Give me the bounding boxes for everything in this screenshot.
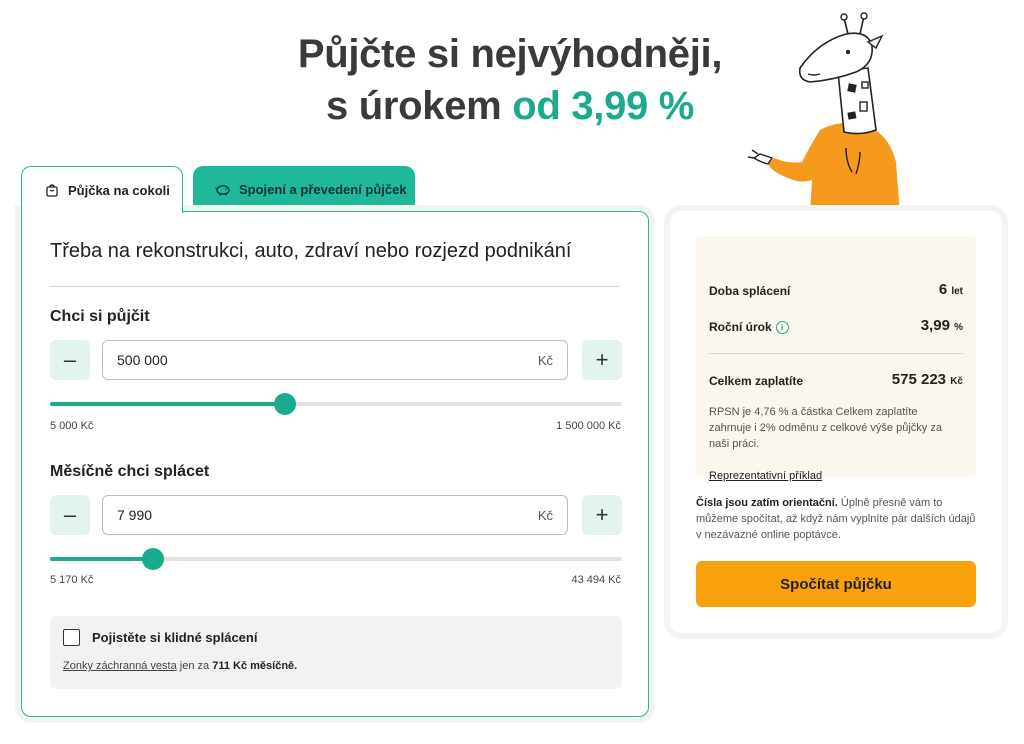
rate-label: Roční úrok [709,320,772,334]
term-number: 6 [938,281,948,298]
headline-line-2-prefix: s úrokem [325,84,502,128]
loan-amount-input[interactable]: 500 000 Kč [102,340,568,380]
minus-icon: – [63,502,77,527]
rate-unit: % [954,322,963,333]
total-value: 575 223 Kč [892,371,963,388]
info-icon[interactable]: i [775,321,789,335]
total-label: Celkem zaplatíte [709,374,804,388]
tab-loan-anything[interactable]: Půjčka na cokoli [21,166,183,213]
total-unit: Kč [950,376,963,387]
summary-divider [709,353,963,354]
monthly-payment-input[interactable]: 7 990 Kč [102,495,568,535]
page-headline: Půjčte si nejvýhodněji, s úrokem od 3,99… [260,28,760,132]
monthly-payment-slider[interactable] [50,547,622,571]
divider [50,286,620,287]
card-title: Třeba na rekonstrukci, auto, zdraví nebo… [50,240,572,262]
monthly-payment-value: 7 990 [117,507,153,523]
monthly-payment-label: Měsíčně chci splácet [50,463,210,480]
representative-example-link[interactable]: Reprezentativní příklad [709,470,822,482]
loan-calculator-card: Třeba na rekonstrukci, auto, zdraví nebo… [21,211,649,717]
insurance-note: Zonky záchranná vesta jen za 711 Kč měsí… [63,660,297,672]
rpsn-note: RPSN je 4,76 % a částka Celkem zaplatíte… [709,406,942,450]
plus-icon: + [595,502,609,527]
plus-icon: + [595,347,609,372]
insurance-price: 711 Kč měsíčně. [212,660,298,672]
tab-loan-anything-label: Půjčka na cokoli [68,182,170,198]
monthly-payment-increase-button[interactable]: + [582,495,622,535]
total-number: 575 223 [891,371,947,388]
loan-amount-increase-button[interactable]: + [582,340,622,380]
minus-icon: – [63,347,77,372]
tab-consolidation[interactable]: Spojení a převedení půjček [193,166,415,212]
piggy-bank-icon [215,181,231,197]
calculate-loan-button[interactable]: Spočítat půjčku [696,561,976,607]
slider-fill [50,557,153,561]
orientation-note: Čísla jsou zatím orientační. Úplně přesn… [696,495,976,543]
rate-label-row: Roční úrok i [709,320,789,335]
rate-value: 3,99 % [921,317,963,334]
headline-line-2: s úrokem od 3,99 % [260,80,760,132]
headline-line-1: Půjčte si nejvýhodněji, [297,32,723,76]
slider-handle[interactable] [273,393,296,415]
slider-fill [50,402,285,406]
loan-amount-label: Chci si půjčit [50,308,150,325]
loan-max-label: 1 500 000 Kč [556,420,621,432]
monthly-max-label: 43 494 Kč [571,574,621,586]
rate-number: 3,99 [920,317,950,334]
tab-consolidation-label: Spojení a převedení půjček [239,181,407,197]
loan-amount-unit: Kč [537,352,553,368]
loan-amount-value: 500 000 [117,352,168,368]
giraffe-mascot-illustration [748,12,900,214]
monthly-payment-unit: Kč [537,507,553,523]
insurance-checkbox-label[interactable]: Pojistěte si klidné splácení [92,630,257,645]
monthly-min-label: 5 170 Kč [50,574,94,586]
orientation-note-bold: Čísla jsou zatím orientační. [696,497,838,509]
insurance-link[interactable]: Zonky záchranná vesta [63,660,177,672]
loan-summary-card: Doba splácení 6 let Roční úrok i 3,99 % C… [670,211,1002,633]
term-label: Doba splácení [709,284,791,298]
insurance-checkbox[interactable] [63,629,80,646]
term-value: 6 let [939,281,963,298]
monthly-payment-decrease-button[interactable]: – [50,495,90,535]
term-unit: let [951,286,963,297]
summary-details-box: Doba splácení 6 let Roční úrok i 3,99 % C… [696,236,976,482]
loan-amount-decrease-button[interactable]: – [50,340,90,380]
loan-amount-slider[interactable] [50,392,622,416]
headline-rate-accent: od 3,99 % [512,84,695,128]
loan-min-label: 5 000 Kč [50,420,94,432]
bag-icon [44,182,60,198]
insurance-note-middle: jen za [179,660,210,672]
insurance-box: Pojistěte si klidné splácení Zonky záchr… [50,616,622,689]
slider-handle[interactable] [141,548,164,570]
